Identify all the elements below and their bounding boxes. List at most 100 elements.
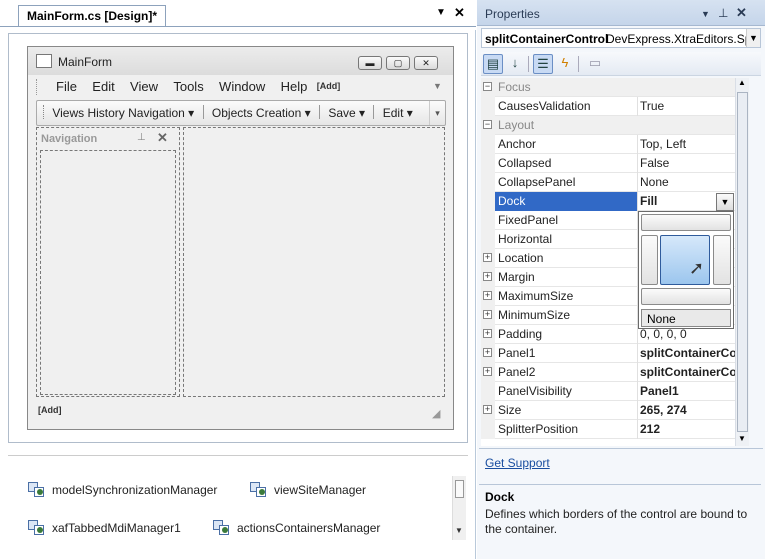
- column-splitter[interactable]: [637, 192, 638, 211]
- events-icon[interactable]: ϟ: [555, 54, 575, 74]
- property-value[interactable]: splitContainerControl1_Panel1: [640, 346, 748, 360]
- property-value[interactable]: True: [640, 99, 748, 113]
- expand-icon[interactable]: +: [483, 348, 492, 357]
- column-splitter[interactable]: [637, 97, 638, 116]
- dock-dropdown-button[interactable]: ▼: [716, 193, 734, 211]
- column-splitter[interactable]: [637, 344, 638, 363]
- maximize-icon[interactable]: ▢: [386, 56, 410, 70]
- property-row[interactable]: CollapsePanel None: [481, 173, 749, 192]
- property-value[interactable]: Panel1: [640, 384, 748, 398]
- menu-add-item[interactable]: [Add]: [317, 81, 341, 91]
- dock-left-option[interactable]: [641, 235, 658, 285]
- expand-icon[interactable]: +: [483, 405, 492, 414]
- property-pages-icon[interactable]: ▭: [585, 54, 605, 74]
- close-panel-icon[interactable]: ✕: [157, 130, 168, 146]
- property-value[interactable]: None: [640, 175, 748, 189]
- component-xaf-tabbed-mdi-manager[interactable]: xafTabbedMdiManager1: [28, 520, 181, 536]
- component-view-site-manager[interactable]: viewSiteManager: [250, 482, 366, 498]
- toolbar-save[interactable]: Save ▾: [328, 106, 365, 120]
- property-value[interactable]: 0, 0, 0, 0: [640, 327, 748, 341]
- window-position-icon[interactable]: ▼: [701, 9, 710, 19]
- toolbar-views-history-navigation[interactable]: Views History Navigation ▾: [52, 106, 194, 120]
- tab-dropdown-icon[interactable]: ▼: [436, 7, 446, 18]
- property-name: Margin: [498, 270, 535, 284]
- menu-view[interactable]: View: [130, 79, 158, 94]
- properties-icon[interactable]: ☰: [533, 54, 553, 74]
- expand-icon[interactable]: +: [483, 291, 492, 300]
- property-value[interactable]: splitContainerControl1_Panel2: [640, 365, 748, 379]
- toolbar-edit[interactable]: Edit ▾: [383, 106, 413, 120]
- property-value[interactable]: False: [640, 156, 748, 170]
- menu-file[interactable]: File: [56, 79, 77, 94]
- scroll-down-icon[interactable]: ▼: [738, 434, 746, 443]
- property-value[interactable]: Top, Left: [640, 137, 748, 151]
- property-row[interactable]: Anchor Top, Left: [481, 135, 749, 154]
- column-splitter[interactable]: [637, 382, 638, 401]
- property-name: FixedPanel: [498, 213, 559, 227]
- mainform-window[interactable]: MainForm ▬ ▢ ✕ File Edit View Tools Wind…: [27, 46, 454, 430]
- tray-scroll-thumb[interactable]: [455, 480, 464, 498]
- component-model-synchronization-manager[interactable]: modelSynchronizationManager: [28, 482, 217, 498]
- dock-right-option[interactable]: [713, 235, 731, 285]
- statusbar-add-item[interactable]: [Add]: [38, 405, 62, 415]
- object-selector[interactable]: splitContainerControl DevExpress.XtraEdi…: [481, 28, 761, 48]
- menu-edit[interactable]: Edit: [92, 79, 114, 94]
- toolbar-overflow-icon[interactable]: ▾: [429, 101, 445, 125]
- property-row[interactable]: Dock Fill: [481, 192, 749, 211]
- scroll-down-icon[interactable]: ▼: [455, 526, 463, 535]
- collapse-icon[interactable]: −: [483, 120, 492, 129]
- property-grid-scrollbar[interactable]: ▲ ▼: [735, 78, 749, 446]
- column-splitter[interactable]: [637, 135, 638, 154]
- column-splitter[interactable]: [637, 363, 638, 382]
- menu-window[interactable]: Window: [219, 79, 265, 94]
- column-splitter[interactable]: [637, 401, 638, 420]
- expand-icon[interactable]: +: [483, 310, 492, 319]
- component-actions-containers-manager[interactable]: actionsContainersManager: [213, 520, 380, 536]
- collapse-icon[interactable]: −: [483, 82, 492, 91]
- expand-icon[interactable]: +: [483, 253, 492, 262]
- menu-overflow-icon[interactable]: ▼: [433, 81, 442, 91]
- navigation-panel[interactable]: Navigation ⊥ ✕: [36, 127, 180, 397]
- categorized-icon[interactable]: ▤: [483, 54, 503, 74]
- dock-fill-option[interactable]: ➚: [660, 235, 710, 285]
- property-row[interactable]: SplitterPosition 212: [481, 420, 749, 439]
- tab-mainform-design[interactable]: MainForm.cs [Design]*: [18, 5, 167, 27]
- column-splitter[interactable]: [637, 173, 638, 192]
- property-row[interactable]: Collapsed False: [481, 154, 749, 173]
- dock-bottom-option[interactable]: [641, 288, 731, 305]
- scroll-up-icon[interactable]: ▲: [738, 78, 746, 87]
- property-category[interactable]: − Layout: [481, 116, 749, 135]
- close-icon[interactable]: ✕: [736, 5, 747, 21]
- scroll-thumb[interactable]: [737, 92, 748, 432]
- property-category[interactable]: − Focus: [481, 78, 749, 97]
- expand-icon[interactable]: +: [483, 329, 492, 338]
- property-row[interactable]: + Panel2 splitContainerControl1_Panel2: [481, 363, 749, 382]
- tray-scrollbar[interactable]: ▼: [452, 476, 466, 540]
- expand-icon[interactable]: +: [483, 367, 492, 376]
- toolbar-objects-creation[interactable]: Objects Creation ▾: [212, 106, 311, 120]
- property-row[interactable]: PanelVisibility Panel1: [481, 382, 749, 401]
- resize-grip-icon[interactable]: ◢: [432, 407, 440, 420]
- property-row[interactable]: + Size 265, 274: [481, 401, 749, 420]
- column-splitter[interactable]: [637, 420, 638, 439]
- pin-icon[interactable]: ⊥: [718, 6, 728, 20]
- property-row[interactable]: + Panel1 splitContainerControl1_Panel1: [481, 344, 749, 363]
- minimize-icon[interactable]: ▬: [358, 56, 382, 70]
- alphabetical-icon[interactable]: ↓: [505, 54, 525, 74]
- menu-help[interactable]: Help: [281, 79, 308, 94]
- get-support-link[interactable]: Get Support: [485, 456, 550, 470]
- chevron-down-icon[interactable]: ▼: [746, 29, 760, 47]
- close-icon[interactable]: ✕: [414, 56, 438, 70]
- expand-icon[interactable]: +: [483, 272, 492, 281]
- property-row[interactable]: CausesValidation True: [481, 97, 749, 116]
- close-tab-icon[interactable]: ✕: [454, 5, 465, 21]
- pin-icon[interactable]: ⊥: [137, 132, 146, 143]
- main-content-area[interactable]: [183, 127, 445, 397]
- property-value[interactable]: 212: [640, 422, 748, 436]
- column-splitter[interactable]: [637, 154, 638, 173]
- menu-tools[interactable]: Tools: [173, 79, 203, 94]
- row-gutter: [481, 382, 495, 401]
- dock-top-option[interactable]: [641, 214, 731, 231]
- property-value[interactable]: 265, 274: [640, 403, 748, 417]
- dock-none-option[interactable]: None: [641, 309, 731, 327]
